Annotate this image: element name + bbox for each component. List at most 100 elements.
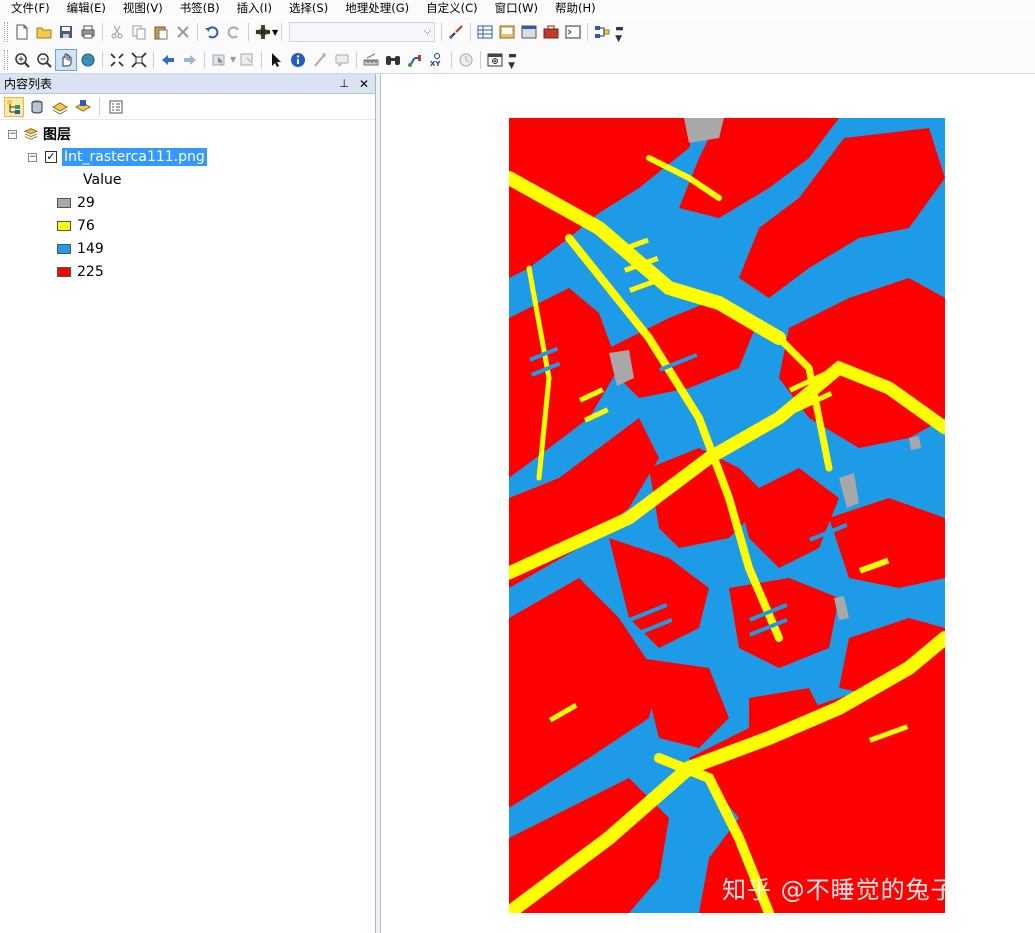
select-elements-icon[interactable]: [265, 49, 287, 71]
toolbar-separator: [204, 50, 205, 69]
add-data-icon[interactable]: [252, 21, 274, 43]
table-of-contents: 内容列表 ⊥ ✕ − 图层 − ✓ Int_rasterca111.png Va…: [0, 74, 376, 933]
watermark: 知乎 @不睡觉的兔子: [722, 876, 956, 904]
select-features-icon[interactable]: [208, 49, 230, 71]
forward-icon[interactable]: [179, 49, 201, 71]
time-slider-icon[interactable]: [455, 49, 477, 71]
delete-icon[interactable]: [172, 21, 194, 43]
toolbar-separator: [441, 23, 443, 41]
toolbar-separator: [451, 50, 453, 69]
legend-swatch[interactable]: [57, 244, 71, 254]
legend-field-name: Value: [83, 172, 122, 188]
toolbar-overflow-icon[interactable]: ▬ ▼: [615, 24, 624, 44]
raster-map: [509, 118, 945, 913]
raster-image: [509, 118, 945, 913]
menu-help[interactable]: 帮助(H): [544, 1, 602, 15]
options-icon[interactable]: [106, 97, 126, 117]
toolbar-separator: [102, 23, 103, 41]
layer-name[interactable]: Int_rasterca111.png: [62, 148, 207, 166]
legend-label: 225: [77, 264, 104, 280]
toolbar-grip[interactable]: [4, 49, 8, 70]
tools-toolbar: ▼ XY ▬ ▼: [0, 46, 1035, 74]
python-window-icon[interactable]: [562, 21, 584, 43]
zoom-out-icon[interactable]: [33, 49, 55, 71]
menu-windows[interactable]: 窗口(W): [484, 1, 544, 15]
open-folder-icon[interactable]: [33, 21, 55, 43]
menu-bookmarks[interactable]: 书签(B): [169, 1, 226, 15]
toolbar-separator: [197, 23, 198, 41]
toc-title-controls: ⊥ ✕: [339, 77, 369, 91]
legend-item[interactable]: 76: [57, 216, 95, 236]
layers-group-row[interactable]: − 图层: [8, 124, 71, 144]
legend-item[interactable]: 149: [57, 239, 104, 259]
legend-swatch[interactable]: [57, 221, 71, 231]
legend-item[interactable]: 29: [57, 193, 95, 213]
catalog-icon[interactable]: [496, 21, 518, 43]
menu-geoprocessing[interactable]: 地理处理(G): [334, 1, 415, 15]
layer-row[interactable]: − ✓ Int_rasterca111.png: [28, 147, 207, 167]
menu-file[interactable]: 文件(F): [0, 1, 56, 15]
toc-toolbar: [0, 94, 375, 120]
undo-icon[interactable]: [201, 21, 223, 43]
back-icon[interactable]: [157, 49, 179, 71]
find-icon[interactable]: [382, 49, 404, 71]
legend-label: 149: [77, 241, 104, 257]
arctoolbox-icon[interactable]: [540, 21, 562, 43]
list-by-selection-icon[interactable]: [73, 97, 93, 117]
pin-icon[interactable]: ⊥: [339, 77, 349, 90]
toolbar-separator: [248, 23, 249, 41]
toolbar-separator: [261, 50, 263, 69]
chevron-down-icon: ⌵: [423, 26, 432, 37]
menu-selection[interactable]: 选择(S): [278, 1, 334, 15]
list-by-visibility-icon[interactable]: [50, 97, 70, 117]
html-popup-icon[interactable]: [331, 49, 353, 71]
legend-swatch[interactable]: [57, 198, 71, 208]
pan-icon[interactable]: [55, 48, 77, 71]
menu-bar: 文件(F) 编辑(E) 视图(V) 书签(B) 插入(I) 选择(S) 地理处理…: [0, 0, 1035, 16]
legend-label: 76: [77, 218, 95, 234]
toc-title: 内容列表: [4, 77, 53, 91]
legend-item[interactable]: 225: [57, 262, 104, 282]
fixed-zoom-out-icon[interactable]: [128, 49, 150, 71]
paste-icon[interactable]: [150, 21, 172, 43]
toolbar-grip[interactable]: [4, 22, 8, 42]
menu-customize[interactable]: 自定义(C): [415, 1, 484, 15]
legend-field-row: Value: [83, 170, 121, 190]
fixed-zoom-in-icon[interactable]: [106, 49, 128, 71]
list-by-source-icon[interactable]: [27, 97, 47, 117]
close-icon[interactable]: ✕: [359, 77, 369, 91]
editor-toolbar-icon[interactable]: [445, 21, 467, 43]
create-viewer-icon[interactable]: [484, 49, 506, 71]
legend-swatch[interactable]: [57, 267, 71, 277]
collapse-icon[interactable]: −: [28, 152, 37, 162]
go-to-xy-icon[interactable]: XY: [426, 49, 448, 71]
add-data-dropdown-icon[interactable]: ▼: [272, 28, 278, 37]
collapse-icon[interactable]: −: [8, 129, 17, 139]
save-icon[interactable]: [55, 21, 77, 43]
redo-icon[interactable]: [223, 21, 245, 43]
list-by-drawing-order-icon[interactable]: [4, 96, 24, 117]
menu-view[interactable]: 视图(V): [112, 1, 169, 15]
new-document-icon[interactable]: [11, 21, 33, 43]
menu-edit[interactable]: 编辑(E): [56, 1, 112, 15]
menu-insert[interactable]: 插入(I): [226, 1, 278, 15]
model-builder-icon[interactable]: [591, 21, 613, 43]
cut-icon[interactable]: [106, 21, 128, 43]
zoom-in-icon[interactable]: [11, 49, 33, 71]
copy-icon[interactable]: [128, 21, 150, 43]
toolbar-separator: [470, 23, 472, 41]
hyperlink-icon[interactable]: [309, 49, 331, 71]
layer-visibility-checkbox[interactable]: ✓: [45, 151, 57, 163]
full-extent-icon[interactable]: [77, 49, 99, 71]
print-icon[interactable]: [77, 21, 99, 43]
identify-icon[interactable]: [287, 49, 309, 71]
find-route-icon[interactable]: [404, 49, 426, 71]
map-scale-combo[interactable]: ⌵: [289, 22, 436, 42]
toolbar-separator: [587, 23, 589, 41]
clear-selection-icon[interactable]: [236, 49, 258, 71]
toolbar-separator: [153, 50, 154, 69]
measure-icon[interactable]: [360, 49, 382, 71]
table-window-icon[interactable]: [474, 21, 496, 43]
search-window-icon[interactable]: [518, 21, 540, 43]
toolbar-overflow-icon[interactable]: ▬ ▼: [508, 51, 517, 71]
